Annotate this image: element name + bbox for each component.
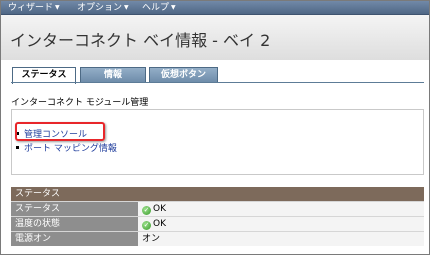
menu-bar: ウィザード ▼ オプション ▼ ヘルプ ▼	[1, 1, 429, 15]
chevron-down-icon: ▼	[124, 4, 129, 11]
ok-check-icon: ✓	[142, 206, 151, 215]
bullet-icon	[16, 146, 19, 149]
table-row: ステータス ✓ OK	[11, 201, 424, 216]
tabs-divider	[11, 82, 424, 83]
tab-info[interactable]: 情報	[80, 67, 146, 83]
status-table: ステータス ステータス ✓ OK 温度の状態 ✓ OK 電源オン オン	[11, 187, 424, 246]
table-row: 温度の状態 ✓ OK	[11, 216, 424, 231]
status-row-value: ✓ OK	[138, 202, 424, 216]
link-port-mapping-info-label: ポート マッピング情報	[24, 144, 117, 154]
power-row-value: オン	[138, 232, 424, 246]
chevron-down-icon: ▼	[55, 4, 60, 11]
temperature-row-label: 温度の状態	[11, 217, 138, 231]
temperature-row-value: ✓ OK	[138, 217, 424, 231]
chevron-down-icon: ▼	[171, 4, 176, 11]
status-value-text: OK	[153, 204, 166, 214]
section-title: インターコネクト モジュール管理	[11, 98, 149, 108]
menu-help[interactable]: ヘルプ ▼	[142, 1, 176, 15]
menu-wizard[interactable]: ウィザード ▼	[8, 1, 60, 15]
menu-options-label: オプション	[77, 3, 123, 13]
menu-wizard-label: ウィザード	[8, 3, 54, 13]
table-row: 電源オン オン	[11, 231, 424, 246]
menu-help-label: ヘルプ	[142, 3, 170, 13]
menu-options[interactable]: オプション ▼	[77, 1, 129, 15]
link-port-mapping-info[interactable]: ポート マッピング情報	[16, 141, 117, 154]
status-table-header: ステータス	[11, 187, 424, 201]
power-value-text: オン	[142, 234, 161, 244]
highlight-box	[15, 122, 105, 141]
power-row-label: 電源オン	[11, 232, 138, 246]
ok-check-icon: ✓	[142, 221, 151, 230]
tab-virtual-buttons[interactable]: 仮想ボタン	[149, 67, 218, 83]
page-title: インターコネクト ベイ情報 - ベイ 2	[10, 31, 271, 50]
status-row-label: ステータス	[11, 202, 138, 216]
temperature-value-text: OK	[153, 219, 166, 229]
